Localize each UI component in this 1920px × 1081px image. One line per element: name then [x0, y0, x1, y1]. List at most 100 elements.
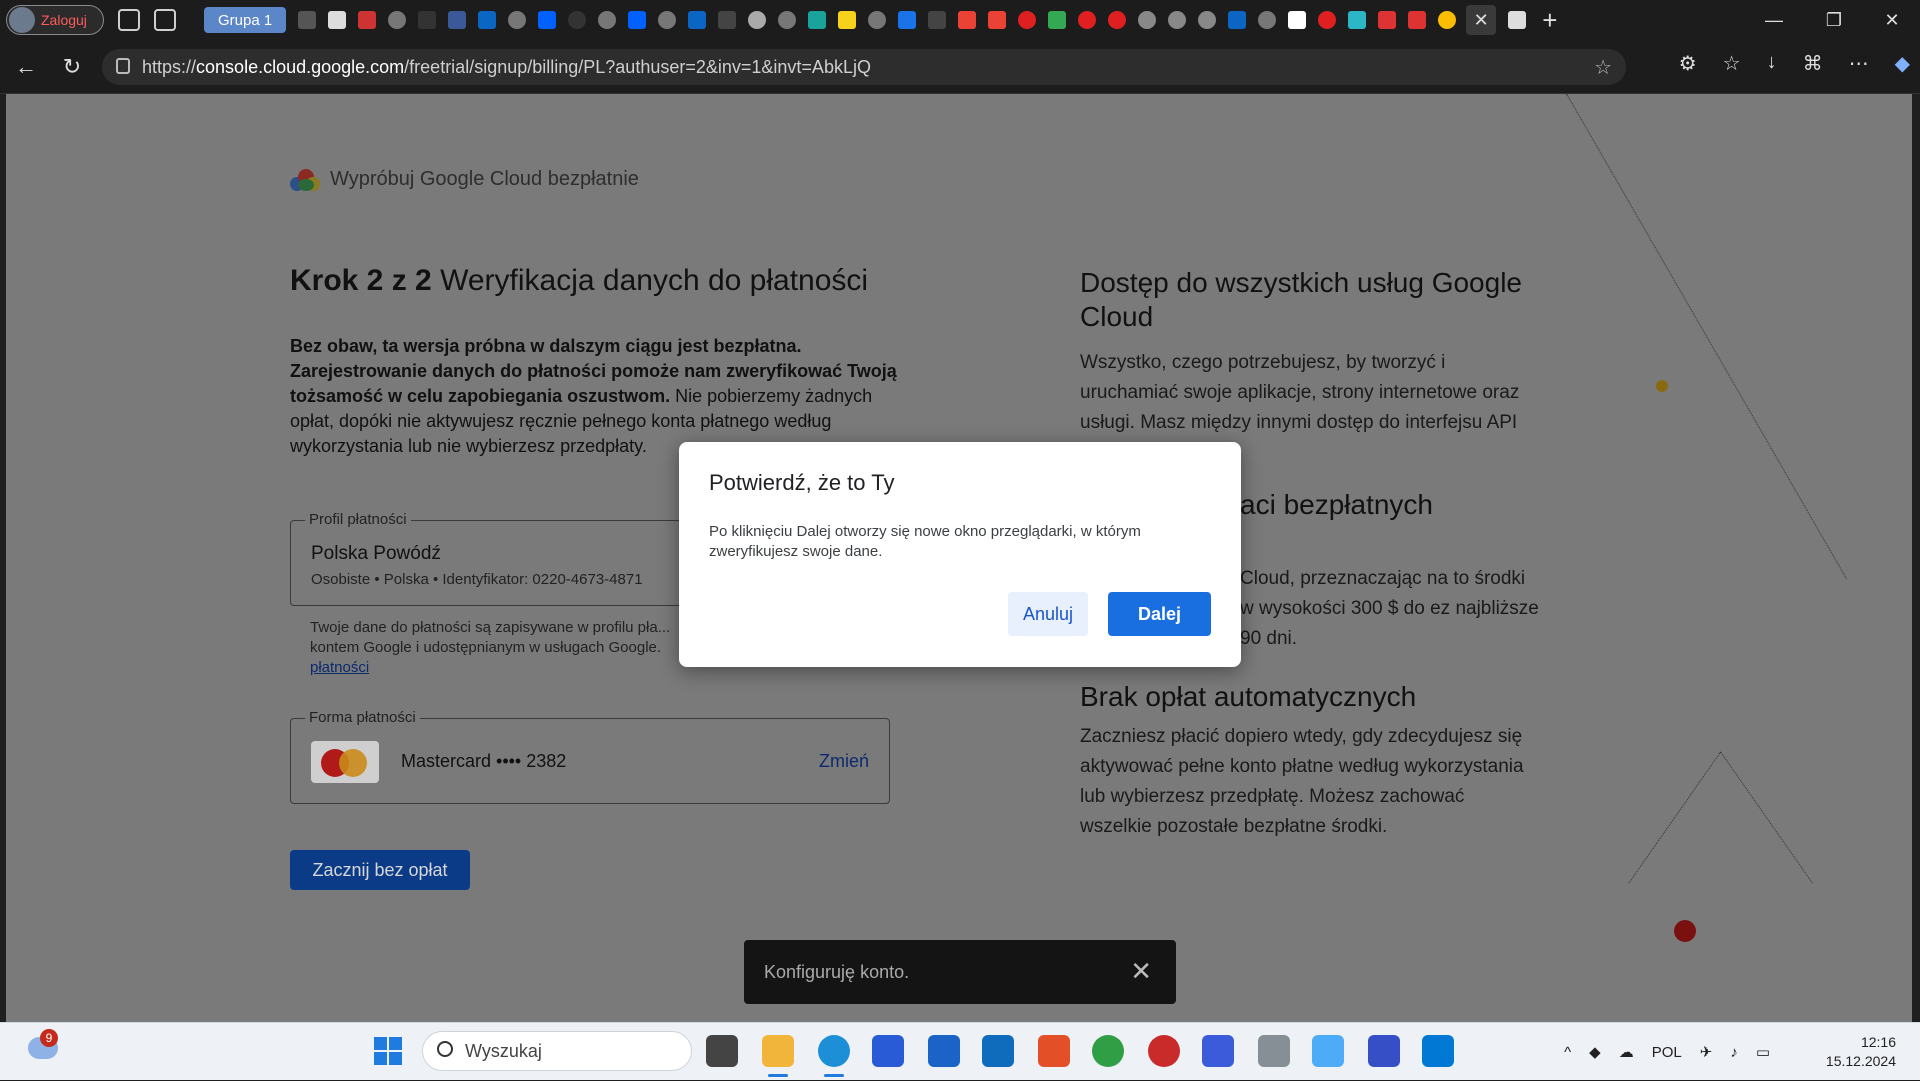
close-window-icon[interactable]: ✕ — [1862, 0, 1920, 40]
next-button[interactable]: Dalej — [1108, 592, 1211, 636]
vscode-icon[interactable] — [1422, 1035, 1454, 1067]
more-menu-icon[interactable]: ⋯ — [1849, 51, 1869, 76]
tool-app-icon[interactable] — [1258, 1035, 1290, 1067]
tab-favicon[interactable] — [328, 11, 347, 29]
intro-paragraph: Bez obaw, ta wersja próbna w dalszym cią… — [290, 334, 900, 459]
outlook-icon[interactable] — [982, 1035, 1014, 1067]
network-app-icon[interactable] — [1202, 1035, 1234, 1067]
tab-favicon[interactable] — [688, 11, 707, 29]
tab-favicon[interactable] — [448, 11, 467, 29]
git-icon[interactable] — [1038, 1035, 1070, 1067]
page-header-title: Wypróbuj Google Cloud bezpłatnie — [330, 168, 639, 190]
mastercard-logo-icon — [311, 741, 379, 783]
change-payment-button[interactable]: Zmień — [819, 751, 869, 772]
url-path: /freetrial/signup/billing/PL?authuser=2&… — [404, 56, 871, 77]
tab-group-chip[interactable]: Grupa 1 — [204, 7, 287, 33]
back-icon[interactable]: ← — [14, 54, 38, 79]
tab-favicon[interactable] — [1408, 11, 1427, 29]
profile-button[interactable]: Zaloguj — [6, 5, 104, 35]
tab-favicon[interactable] — [1138, 11, 1157, 29]
app-running-indicator — [768, 1074, 788, 1077]
taskbar-search[interactable]: Wyszukaj — [422, 1031, 692, 1071]
billing-note-link[interactable]: płatności — [310, 659, 369, 676]
copilot-icon[interactable]: ◆ — [1895, 51, 1910, 76]
tab-favicon[interactable] — [1108, 11, 1127, 29]
decorative-line — [1628, 752, 1721, 884]
tab-favicon[interactable] — [538, 11, 557, 29]
tab-favicon[interactable] — [1228, 11, 1247, 29]
tab-favicon[interactable] — [778, 11, 797, 29]
save-app-icon[interactable] — [872, 1035, 904, 1067]
font-app-icon[interactable] — [1368, 1035, 1400, 1067]
tab-favicon[interactable] — [1348, 11, 1367, 29]
snackbar-text: Konfiguruję konto. — [764, 961, 910, 982]
tab-favicon[interactable] — [958, 11, 977, 29]
tab-favicon[interactable] — [658, 11, 677, 29]
minimize-icon[interactable]: — — [1744, 0, 1804, 40]
tab-favicon[interactable] — [418, 11, 437, 29]
dropbox-tray-icon[interactable]: ◆ — [1589, 1043, 1601, 1061]
tab-favicon[interactable] — [1078, 11, 1097, 29]
tab-favicon[interactable] — [1048, 11, 1067, 29]
tab-favicon[interactable] — [838, 11, 857, 29]
globe-app-icon[interactable] — [1092, 1035, 1124, 1067]
tab-favicon[interactable] — [718, 11, 737, 29]
tab-favicon[interactable] — [868, 11, 887, 29]
close-tab-icon[interactable]: ✕ — [1466, 5, 1497, 35]
tab-favicon[interactable] — [898, 11, 917, 29]
workspaces-icon[interactable] — [118, 9, 140, 31]
store-icon[interactable] — [928, 1035, 960, 1067]
address-bar-row: ← ↻ https://console.cloud.google.com/fre… — [0, 40, 1920, 94]
avatar — [9, 7, 35, 33]
red-app-icon[interactable] — [1148, 1035, 1180, 1067]
cancel-button[interactable]: Anuluj — [1008, 592, 1088, 636]
airplane-mode-icon[interactable]: ✈ — [1700, 1043, 1713, 1061]
tab-favicon[interactable] — [1378, 11, 1397, 29]
tab-favicon[interactable] — [358, 11, 377, 29]
tab-favicon[interactable] — [1508, 11, 1527, 29]
tab-favicon[interactable] — [1288, 11, 1307, 29]
tab-favicon[interactable] — [1198, 11, 1217, 29]
start-menu-icon[interactable] — [374, 1037, 402, 1065]
file-explorer-icon[interactable] — [762, 1035, 794, 1067]
tab-actions-icon[interactable] — [154, 9, 176, 31]
language-indicator[interactable]: POL — [1652, 1044, 1682, 1061]
tab-favicon[interactable] — [1258, 11, 1277, 29]
tab-favicon[interactable] — [568, 11, 587, 29]
url-field[interactable]: https://console.cloud.google.com/freetri… — [102, 49, 1626, 85]
display-app-icon[interactable] — [1312, 1035, 1344, 1067]
tab-favicon[interactable] — [928, 11, 947, 29]
new-tab-icon[interactable]: + — [1542, 5, 1557, 36]
volume-icon[interactable]: ♪ — [1730, 1044, 1738, 1061]
task-view-icon[interactable] — [706, 1035, 738, 1067]
reload-icon[interactable]: ↻ — [60, 54, 84, 79]
tab-favicon[interactable] — [478, 11, 497, 29]
downloads-icon[interactable]: ↓ — [1767, 51, 1777, 76]
extensions-icon[interactable]: ⚙ — [1679, 51, 1697, 76]
search-icon — [437, 1041, 453, 1057]
snackbar-close-icon[interactable]: ✕ — [1130, 956, 1152, 987]
tab-favicon[interactable] — [388, 11, 407, 29]
tab-favicon[interactable] — [628, 11, 647, 29]
clock[interactable]: 12:16 15.12.2024 — [1826, 1033, 1896, 1071]
tray-expand-icon[interactable]: ^ — [1564, 1044, 1571, 1061]
battery-icon[interactable]: ▭ — [1756, 1043, 1770, 1061]
tab-favicon[interactable] — [748, 11, 767, 29]
tab-favicon[interactable] — [1018, 11, 1037, 29]
tab-favicon[interactable] — [808, 11, 827, 29]
tab-favicon[interactable] — [1438, 11, 1457, 29]
start-free-button[interactable]: Zacznij bez opłat — [290, 850, 470, 890]
tab-favicon[interactable] — [1168, 11, 1187, 29]
tab-favicon[interactable] — [1318, 11, 1337, 29]
tab-favicon[interactable] — [298, 11, 317, 29]
favorite-star-icon[interactable]: ☆ — [1594, 55, 1612, 80]
onedrive-tray-icon[interactable]: ☁ — [1619, 1043, 1634, 1061]
edge-browser-icon[interactable] — [818, 1035, 850, 1067]
maximize-icon[interactable]: ❐ — [1804, 0, 1864, 40]
favorites-icon[interactable]: ☆ — [1723, 51, 1741, 76]
tab-favicon[interactable] — [988, 11, 1007, 29]
tab-favicon[interactable] — [598, 11, 617, 29]
taskbar: 9 Wyszukaj ^ ◆ ☁ POL ✈ ♪ ▭ 12:16 15.12.2… — [0, 1022, 1920, 1080]
collections-icon[interactable]: ⌘ — [1803, 51, 1823, 76]
tab-favicon[interactable] — [508, 11, 527, 29]
